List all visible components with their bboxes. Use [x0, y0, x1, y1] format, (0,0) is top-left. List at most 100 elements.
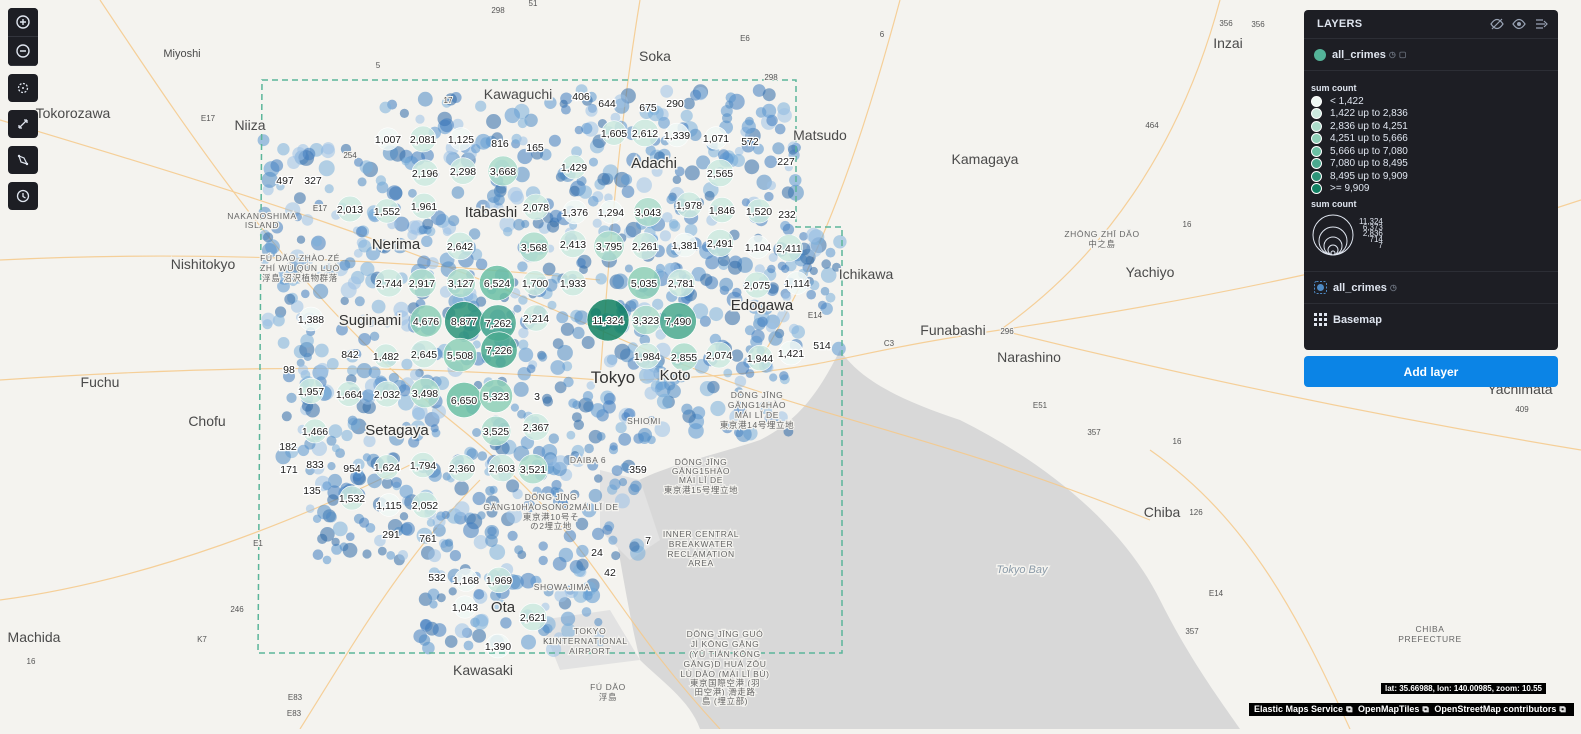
crime-point [576, 544, 589, 558]
cluster-count-label: 7 [645, 535, 651, 547]
crime-point [356, 226, 368, 238]
add-layer-button[interactable]: Add layer [1304, 356, 1558, 387]
attribution-link-omt[interactable]: OpenMapTiles [1358, 704, 1419, 714]
area-label: GĂNG10HÀOSONO2MÁI LĬ DE [483, 502, 618, 512]
road-shield: 298 [491, 6, 505, 15]
crime-point [472, 428, 482, 437]
crime-point [436, 511, 446, 521]
cluster-count-label: 3,043 [635, 207, 661, 219]
crime-point [341, 429, 353, 442]
place-label: Narashino [997, 349, 1061, 365]
layer-row-basemap[interactable]: Basemap [1304, 304, 1558, 335]
documents-layer-icon [1314, 281, 1327, 294]
crime-point [603, 392, 616, 405]
size-legend-title: sum count [1311, 199, 1357, 209]
cluster-count-label: 171 [280, 464, 298, 476]
crime-point [594, 474, 603, 483]
crime-point [688, 423, 704, 439]
crime-point [546, 220, 560, 233]
place-label: Tokyo [591, 368, 635, 387]
legend-label: 1,422 up to 2,836 [1330, 108, 1408, 120]
crosshair-icon [17, 82, 29, 94]
crime-point [723, 368, 733, 378]
zoom-in-button[interactable] [8, 8, 38, 37]
crime-point [324, 184, 334, 194]
show-all-layers-icon[interactable] [1512, 17, 1526, 31]
cluster-count-label: 6,650 [451, 395, 477, 407]
cluster-count-label: 5,508 [447, 350, 473, 362]
area-label: SHOWAJIMA [534, 582, 591, 592]
crime-point [690, 89, 702, 101]
crime-point [589, 157, 598, 167]
timeslider-button[interactable] [8, 182, 38, 210]
legend-swatch [1311, 120, 1322, 132]
crime-point [576, 558, 589, 571]
crime-point [444, 635, 458, 648]
layer-color-icon [1314, 48, 1326, 61]
cluster-count-label: 1,552 [374, 206, 400, 218]
cluster-count-label: 2,413 [560, 239, 586, 251]
measure-button[interactable] [8, 110, 38, 138]
crime-point [762, 103, 777, 118]
zoom-out-button[interactable] [8, 37, 38, 66]
legend-item: < 1,422 [1311, 95, 1551, 108]
crime-point [485, 534, 498, 547]
attribution-link-ems[interactable]: Elastic Maps Service [1254, 704, 1343, 714]
crime-point [581, 607, 592, 617]
collapse-panel-icon[interactable] [1534, 17, 1548, 31]
cluster-count-label: 42 [604, 567, 616, 579]
crime-point [327, 494, 339, 506]
legend-item: 5,666 up to 7,080 [1311, 145, 1551, 158]
attribution-link-osm[interactable]: OpenStreetMap contributors [1434, 704, 1556, 714]
area-label: AIRPORT [569, 646, 611, 656]
layer-row-clusters[interactable]: all_crimes ◷ ▢ [1304, 39, 1558, 71]
size-legend-values: 11,324 6,373 2,836 714 7 [1359, 213, 1383, 250]
crime-point [369, 331, 380, 341]
draw-tool-button[interactable] [8, 146, 38, 174]
layer-row-documents[interactable]: all_crimes ◷ [1304, 272, 1558, 304]
crime-point [553, 455, 569, 471]
crime-point [719, 277, 734, 292]
crime-point [296, 235, 306, 244]
fit-to-data-button[interactable] [8, 74, 38, 102]
crime-point [297, 364, 309, 376]
cluster-count-label: 359 [629, 464, 647, 476]
cluster-count-label: 1,168 [453, 575, 479, 587]
area-label: AREA [688, 558, 714, 568]
crime-point [347, 415, 358, 426]
crime-point [362, 453, 371, 462]
road-shield: E14 [808, 311, 823, 320]
place-label: Nishitokyo [171, 256, 236, 272]
crime-point [680, 109, 693, 122]
crime-point [820, 286, 830, 296]
crime-point [463, 640, 474, 651]
crime-point [399, 484, 414, 499]
crime-point [318, 160, 335, 177]
crime-point [563, 529, 577, 543]
layers-panel-header: LAYERS [1304, 10, 1558, 39]
legend-item: 2,836 up to 4,251 [1311, 120, 1551, 133]
crime-point [257, 134, 270, 147]
area-label: 島 (埋立部) [702, 696, 748, 706]
cluster-count-label: 1,957 [298, 386, 324, 398]
crime-point [744, 159, 760, 175]
cluster-count-label: 291 [382, 529, 400, 541]
crime-point [362, 549, 372, 559]
cluster-count-label: 1,700 [522, 278, 548, 290]
crime-point [418, 634, 431, 646]
cluster-count-label: 1,978 [676, 200, 702, 212]
crime-point [757, 316, 768, 328]
crime-point [517, 409, 526, 419]
cluster-count-label: 2,855 [671, 352, 697, 364]
place-label: Machida [8, 629, 61, 645]
crime-point [666, 194, 676, 205]
cluster-count-label: 6,524 [484, 278, 510, 290]
road-shield: 409 [1515, 405, 1529, 414]
crime-point [596, 432, 606, 441]
crime-point [331, 537, 340, 547]
crime-point [358, 239, 372, 253]
crime-point [506, 479, 520, 493]
cluster-count-label: 2,032 [374, 389, 400, 401]
hide-all-layers-icon[interactable] [1490, 17, 1504, 31]
crime-point [572, 326, 585, 339]
